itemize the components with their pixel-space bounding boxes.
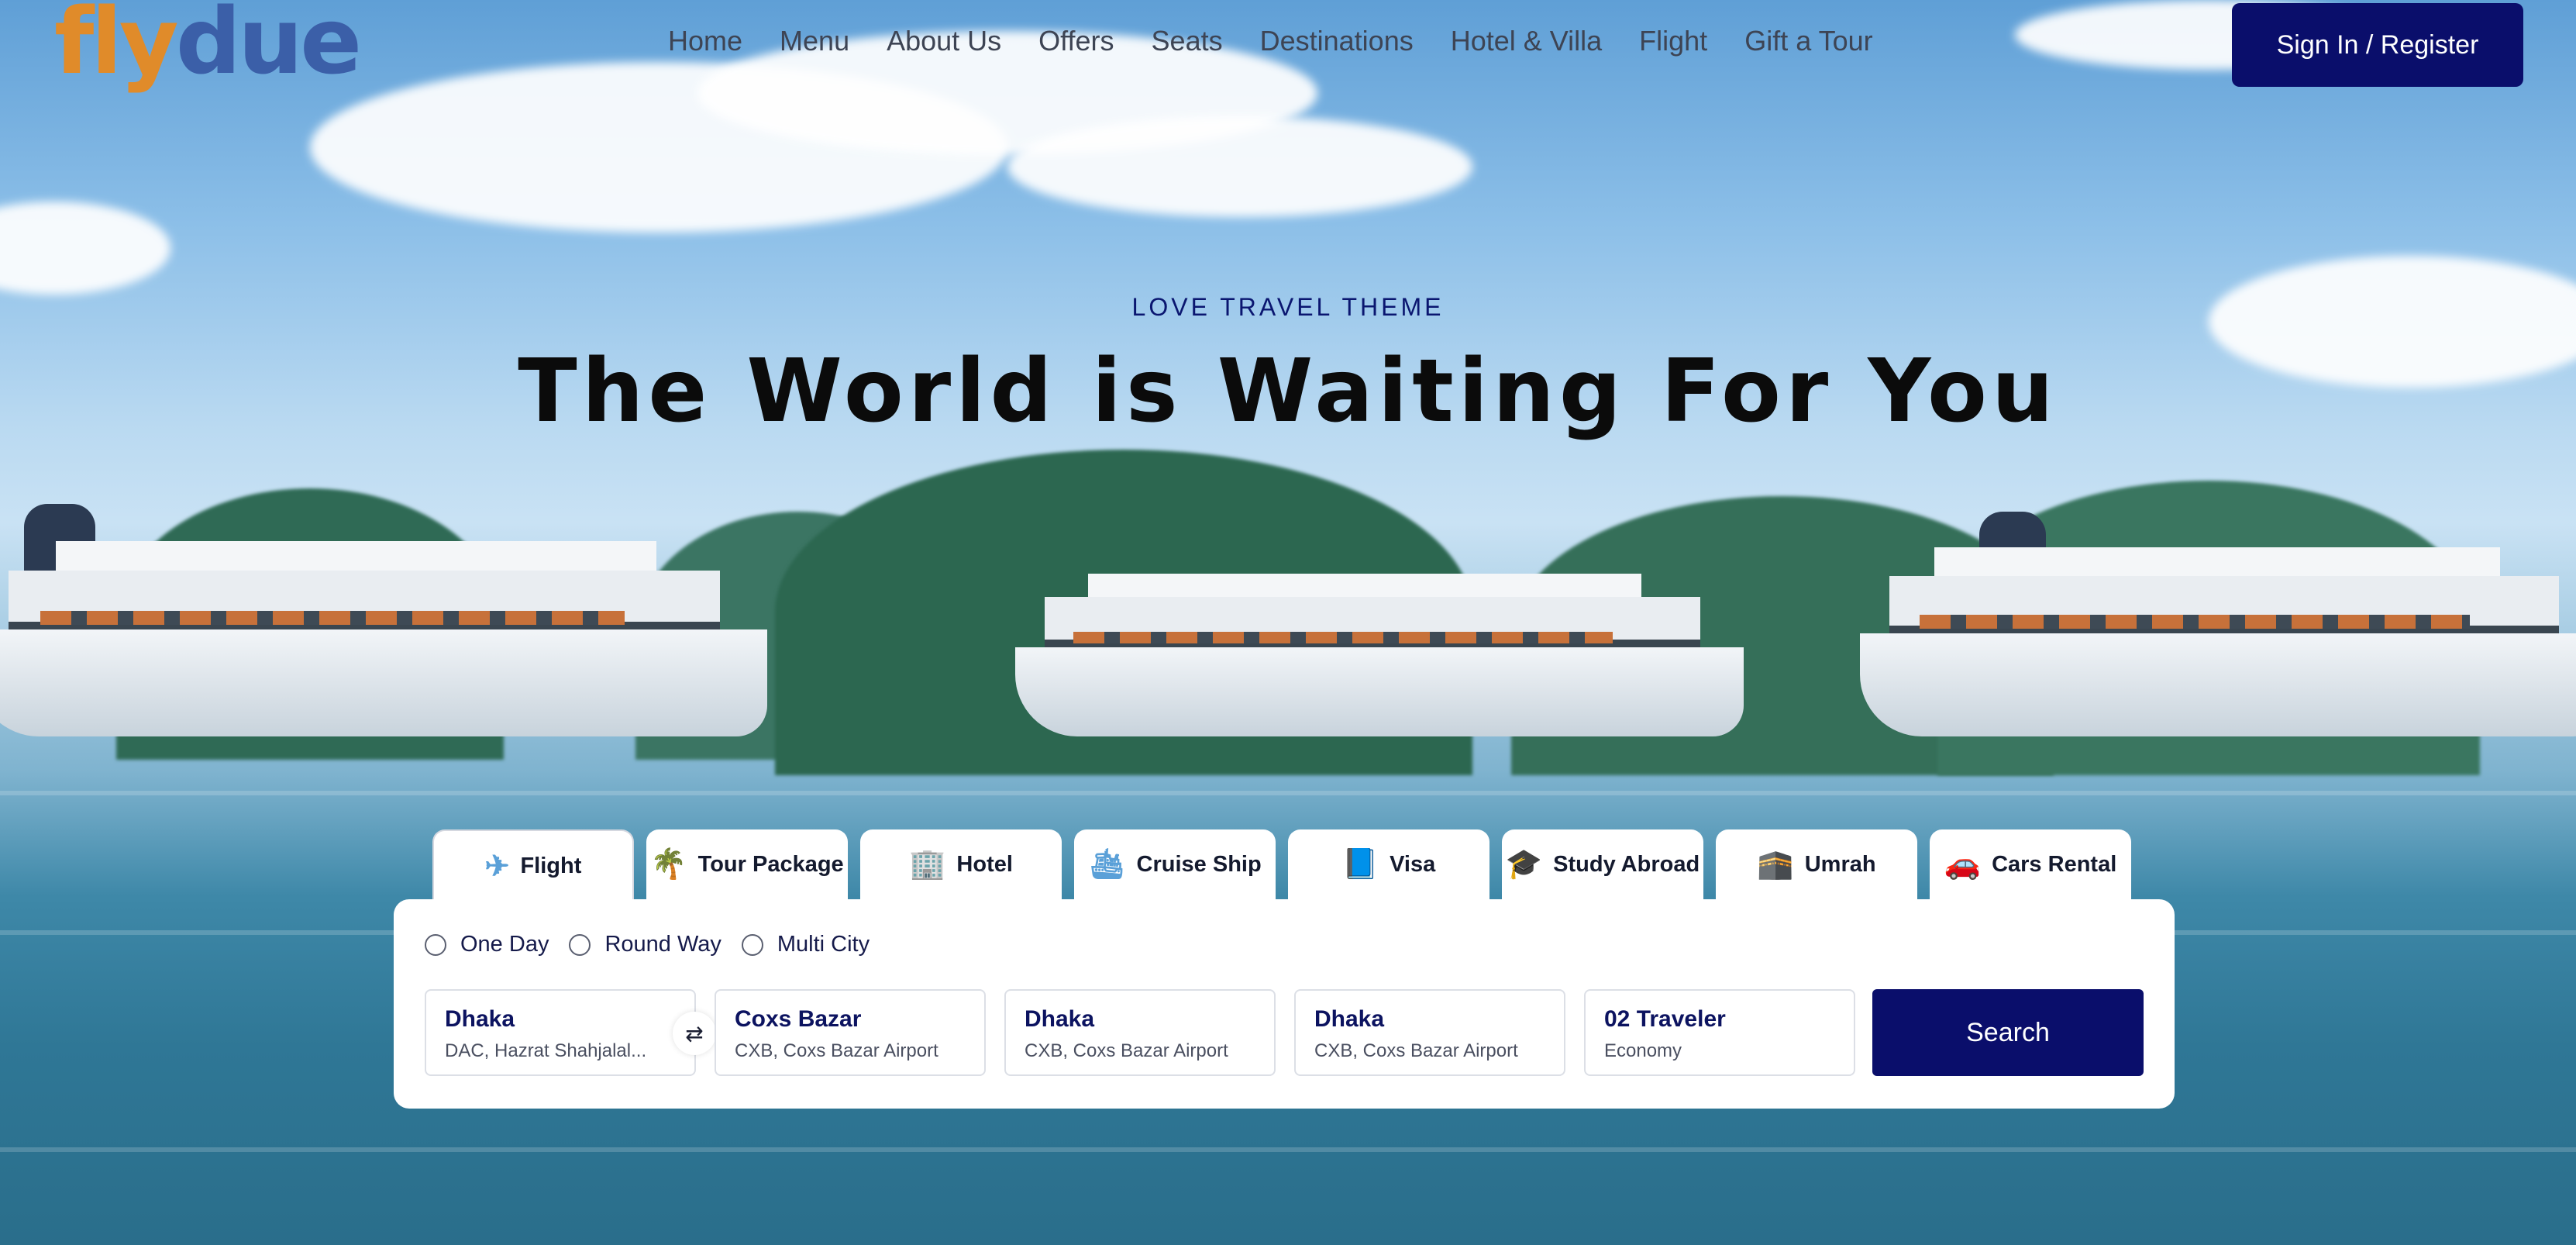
- airplane-icon: ✈: [484, 850, 510, 883]
- search-button[interactable]: Search: [1872, 989, 2144, 1076]
- kaaba-icon: 🕋: [1757, 848, 1794, 881]
- cruise-ship-icon: 🛳: [1088, 848, 1126, 881]
- search-panel: One Day Round Way Multi City Dhaka DAC, …: [394, 899, 2175, 1109]
- radio-circle[interactable]: [425, 933, 446, 956]
- traveler-count: 02 Traveler: [1604, 1006, 1726, 1032]
- return-field[interactable]: Dhaka CXB, Coxs Bazar Airport: [1294, 989, 1565, 1076]
- trip-type-one-day[interactable]: One Day: [425, 932, 549, 957]
- palm-tree-icon: 🌴: [650, 848, 687, 881]
- depart-city: Dhaka: [1025, 1006, 1095, 1032]
- sign-in-register-button[interactable]: Sign In / Register: [2232, 3, 2523, 87]
- tab-label: Hotel: [956, 851, 1013, 877]
- radio-circle[interactable]: [569, 933, 591, 956]
- logo-part-fly: fly: [54, 0, 179, 95]
- tab-cars-rental[interactable]: 🚗 Cars Rental: [1930, 829, 2131, 899]
- radio-label: Round Way: [604, 932, 721, 957]
- tab-label: Visa: [1390, 851, 1436, 877]
- to-city: Coxs Bazar: [735, 1006, 862, 1032]
- tab-label: Study Abroad: [1553, 851, 1700, 877]
- tab-hotel[interactable]: 🏢 Hotel: [860, 829, 1062, 899]
- top-navigation: flydue Home Menu About Us Offers Seats D…: [0, 0, 2576, 95]
- flydue-logo[interactable]: flydue: [54, 0, 363, 95]
- return-city: Dhaka: [1314, 1006, 1385, 1032]
- to-field[interactable]: Coxs Bazar CXB, Coxs Bazar Airport: [715, 989, 986, 1076]
- radio-label: Multi City: [777, 932, 870, 957]
- tab-flight[interactable]: ✈ Flight: [432, 829, 634, 901]
- depart-field[interactable]: Dhaka CXB, Coxs Bazar Airport: [1004, 989, 1276, 1076]
- visa-document-icon: 📘: [1341, 848, 1379, 881]
- main-nav: Home Menu About Us Offers Seats Destinat…: [668, 25, 1910, 57]
- from-field[interactable]: Dhaka DAC, Hazrat Shahjalal...: [425, 989, 696, 1076]
- tab-umrah[interactable]: 🕋 Umrah: [1716, 829, 1917, 899]
- tab-label: Tour Package: [697, 851, 844, 877]
- logo-part-due: due: [175, 0, 363, 95]
- nav-seats[interactable]: Seats: [1152, 25, 1223, 57]
- travelers-field[interactable]: 02 Traveler Economy: [1584, 989, 1855, 1076]
- swap-icon[interactable]: ⇄: [673, 1012, 716, 1055]
- tab-visa[interactable]: 📘 Visa: [1288, 829, 1489, 899]
- nav-menu[interactable]: Menu: [780, 25, 849, 57]
- from-airport: DAC, Hazrat Shahjalal...: [445, 1040, 647, 1061]
- travel-class: Economy: [1604, 1040, 1682, 1061]
- nav-gift-a-tour[interactable]: Gift a Tour: [1744, 25, 1872, 57]
- depart-airport: CXB, Coxs Bazar Airport: [1025, 1040, 1228, 1061]
- nav-flight[interactable]: Flight: [1639, 25, 1707, 57]
- tab-label: Cruise Ship: [1136, 851, 1262, 877]
- nav-about-us[interactable]: About Us: [887, 25, 1001, 57]
- tab-tour-package[interactable]: 🌴 Tour Package: [646, 829, 848, 899]
- trip-type-multi-city[interactable]: Multi City: [741, 932, 870, 957]
- nav-destinations[interactable]: Destinations: [1260, 25, 1414, 57]
- nav-hotel-villa[interactable]: Hotel & Villa: [1451, 25, 1602, 57]
- tab-label: Flight: [520, 853, 582, 878]
- tab-label: Umrah: [1804, 851, 1876, 877]
- from-city: Dhaka: [445, 1006, 515, 1032]
- trip-type-group: One Day Round Way Multi City: [425, 932, 870, 957]
- radio-circle[interactable]: [741, 933, 763, 956]
- trip-type-round-way[interactable]: Round Way: [569, 932, 721, 957]
- tab-cruise-ship[interactable]: 🛳 Cruise Ship: [1074, 829, 1276, 899]
- hotel-building-icon: 🏢: [909, 848, 946, 881]
- tab-label: Cars Rental: [1992, 851, 2117, 877]
- car-icon: 🚗: [1944, 848, 1982, 881]
- hero-headline: The World is Waiting For You: [518, 341, 2058, 442]
- nav-home[interactable]: Home: [668, 25, 742, 57]
- graduation-cap-icon: 🎓: [1505, 848, 1543, 881]
- to-airport: CXB, Coxs Bazar Airport: [735, 1040, 938, 1061]
- radio-label: One Day: [460, 932, 549, 957]
- nav-offers[interactable]: Offers: [1038, 25, 1114, 57]
- hero-eyebrow: LOVE TRAVEL THEME: [1131, 293, 1445, 321]
- service-tabs: ✈ Flight 🌴 Tour Package 🏢 Hotel 🛳 Cruise Shi…: [432, 829, 2144, 901]
- return-airport: CXB, Coxs Bazar Airport: [1314, 1040, 1518, 1061]
- tab-study-abroad[interactable]: 🎓 Study Abroad: [1502, 829, 1703, 899]
